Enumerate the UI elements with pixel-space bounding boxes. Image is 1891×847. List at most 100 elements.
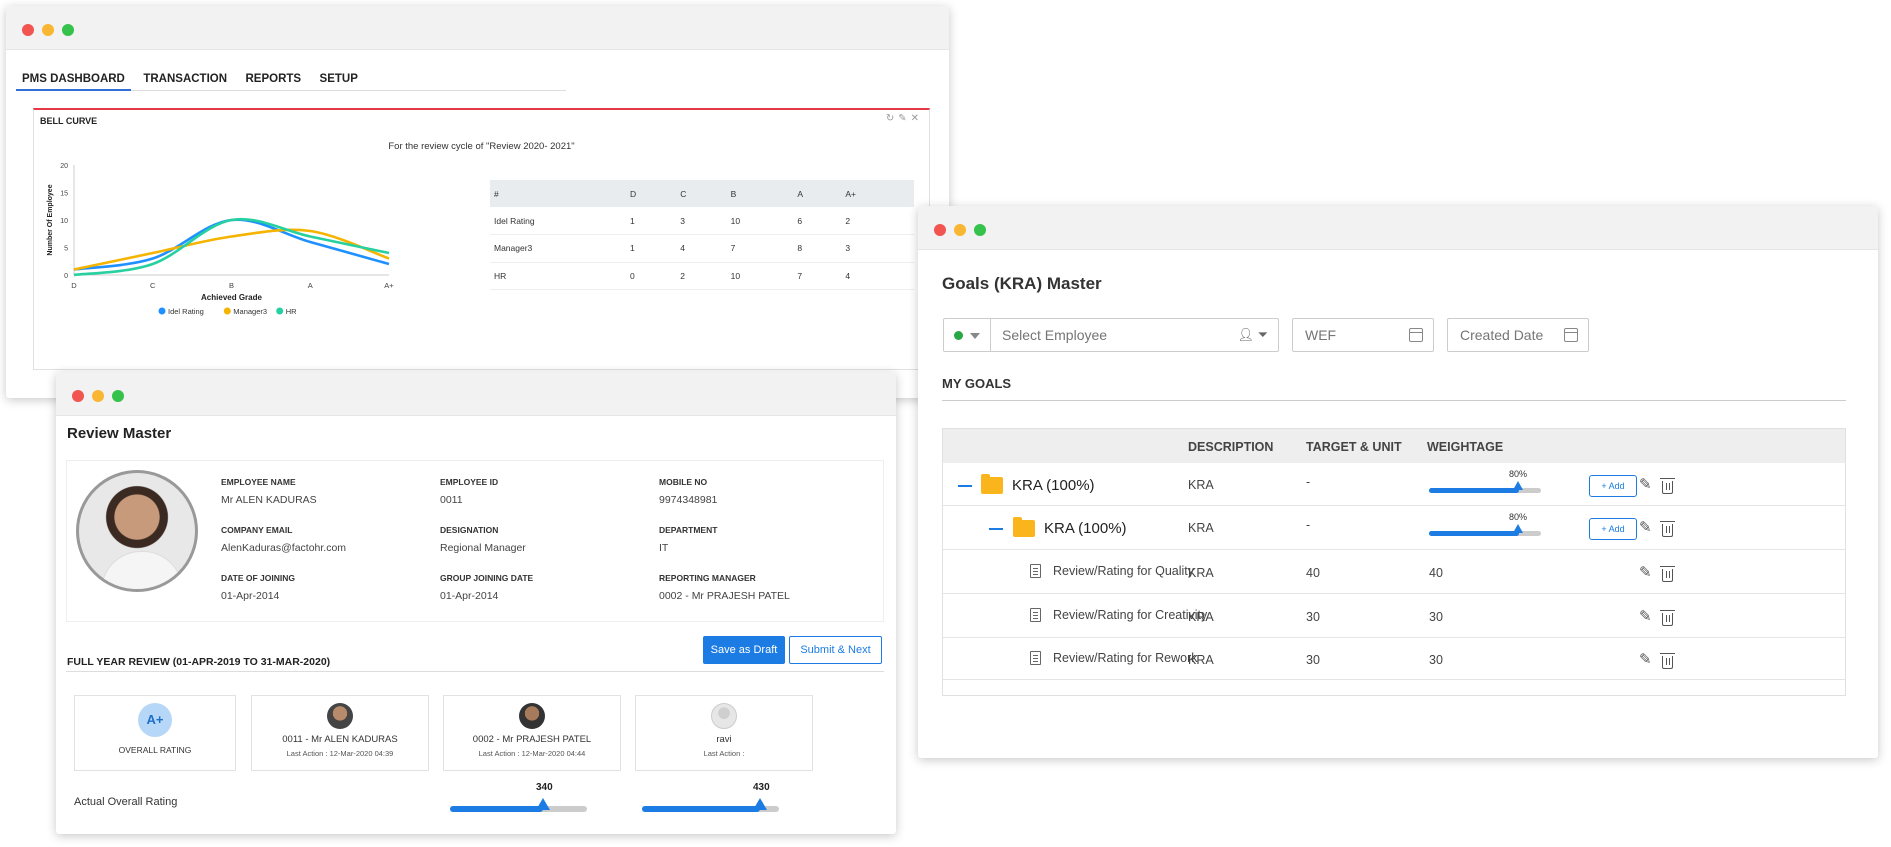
delete-icon[interactable] — [1660, 610, 1675, 626]
add-button[interactable]: + Add — [1589, 518, 1637, 540]
table-row: Manager3 1 4 7 8 3 — [490, 234, 914, 263]
edit-icon[interactable]: ✎ — [1639, 475, 1652, 493]
minimize-window-button[interactable] — [42, 24, 54, 36]
calendar-icon[interactable] — [1564, 328, 1578, 342]
goal-weightage: 40 — [1429, 566, 1443, 580]
field-value: 01-Apr-2014 — [221, 590, 280, 602]
x-tick-label: A — [308, 281, 313, 290]
submit-next-button[interactable]: Submit & Next — [789, 636, 882, 664]
kra-description: KRA — [1188, 521, 1214, 535]
x-tick-label: B — [229, 281, 234, 290]
field-label: DEPARTMENT — [659, 525, 718, 535]
active-status-icon — [954, 331, 963, 340]
kra-group-row[interactable]: KRA (100%) KRA - 80% + Add ✎ — [943, 463, 1845, 506]
edit-icon[interactable]: ✎ — [1639, 607, 1652, 625]
minimize-window-button[interactable] — [92, 390, 104, 402]
minimize-window-button[interactable] — [954, 224, 966, 236]
document-icon — [1030, 564, 1041, 578]
add-button[interactable]: + Add — [1589, 475, 1637, 497]
tab-setup[interactable]: SETUP — [314, 71, 364, 89]
tab-pms-dashboard[interactable]: PMS DASHBOARD — [16, 71, 131, 91]
edit-icon[interactable]: ✎ — [1639, 650, 1652, 668]
slider-fill — [1429, 531, 1519, 536]
employee-tools: 👤︎ ⏷ — [1237, 327, 1268, 343]
refresh-icon[interactable]: ↻ — [886, 113, 898, 124]
close-icon[interactable]: ✕ — [911, 113, 923, 124]
field-label: EMPLOYEE NAME — [221, 477, 296, 487]
wef-date-field[interactable] — [1292, 318, 1434, 352]
kra-description: KRA — [1188, 478, 1214, 492]
close-window-button[interactable] — [934, 224, 946, 236]
slider-thumb[interactable] — [536, 798, 550, 810]
slider-thumb[interactable] — [1513, 524, 1523, 533]
last-action: Last Action : — [703, 749, 745, 758]
overall-rating-label: OVERALL RATING — [118, 745, 192, 755]
rating-slider[interactable]: 430 — [642, 782, 779, 812]
review-cycle-subtitle: For the review cycle of "Review 2020- 20… — [388, 141, 575, 152]
legend-marker — [276, 307, 284, 315]
created-date-field[interactable] — [1447, 318, 1589, 352]
weightage-slider[interactable]: 80% — [1429, 469, 1541, 493]
collapse-icon[interactable] — [989, 528, 1003, 530]
reviewer-card[interactable]: 0002 - Mr PRAJESH PATEL Last Action : 12… — [443, 695, 621, 771]
field-value: Regional Manager — [440, 542, 526, 554]
created-date-input[interactable] — [1460, 327, 1570, 343]
kra-name: KRA (100%) — [1044, 520, 1127, 537]
table-cell: 4 — [676, 234, 727, 263]
reviewer-name: ravi — [716, 734, 732, 745]
tab-reports[interactable]: REPORTS — [239, 71, 307, 89]
y-axis-label: Number Of Employee — [47, 184, 54, 255]
weightage-slider[interactable]: 80% — [1429, 512, 1541, 536]
field-company-email: COMPANY EMAIL AlenKaduras@factohr.com — [221, 525, 346, 554]
save-as-draft-button[interactable]: Save as Draft — [703, 636, 785, 664]
table-cell: HR — [490, 262, 626, 290]
reviewer-card[interactable]: 0011 - Mr ALEN KADURAS Last Action : 12-… — [251, 695, 429, 771]
series-line-idel-rating — [73, 218, 390, 271]
goal-weightage: 30 — [1429, 610, 1443, 624]
delete-icon[interactable] — [1660, 521, 1675, 537]
wef-date-input[interactable] — [1305, 327, 1415, 343]
close-window-button[interactable] — [72, 390, 84, 402]
pms-dashboard-window: PMS DASHBOARD TRANSACTION REPORTS SETUP … — [6, 6, 949, 398]
delete-icon[interactable] — [1660, 478, 1675, 494]
slider-thumb[interactable] — [1513, 481, 1523, 490]
filter-icon[interactable]: ⏷ — [1258, 327, 1268, 342]
last-action: Last Action : 12-Mar-2020 04:44 — [478, 749, 586, 758]
document-icon — [1030, 608, 1041, 622]
rating-badge: A+ — [138, 703, 172, 737]
user-icon[interactable]: 👤︎ — [1237, 327, 1254, 342]
calendar-icon[interactable] — [1409, 328, 1423, 342]
employee-selector[interactable]: 👤︎ ⏷ — [943, 318, 1279, 352]
delete-icon[interactable] — [1660, 566, 1675, 582]
employee-search-input[interactable] — [1002, 327, 1222, 343]
field-value: 0011 — [440, 494, 463, 506]
slider-fill — [450, 806, 544, 812]
rating-slider[interactable]: 340 — [450, 782, 587, 812]
table-cell: 7 — [726, 234, 794, 263]
delete-icon[interactable] — [1660, 653, 1675, 669]
panel-title: BELL CURVE — [40, 116, 98, 126]
goal-description: KRA — [1188, 566, 1214, 580]
divider — [66, 671, 884, 672]
maximize-window-button[interactable] — [62, 24, 74, 36]
goal-description: KRA — [1188, 653, 1214, 667]
goal-row[interactable]: Review/Rating for Rework KRA 30 30 ✎ — [943, 638, 1845, 680]
maximize-window-button[interactable] — [112, 390, 124, 402]
edit-icon[interactable]: ✎ — [1639, 518, 1652, 536]
kra-target: - — [1306, 518, 1311, 532]
reviewer-card[interactable]: ravi Last Action : — [635, 695, 813, 771]
maximize-window-button[interactable] — [974, 224, 986, 236]
slider-fill — [642, 806, 760, 812]
status-dropdown[interactable] — [944, 319, 991, 351]
review-period-title: FULL YEAR REVIEW (01-APR-2019 TO 31-MAR-… — [67, 656, 331, 668]
edit-icon[interactable]: ✎ — [898, 113, 910, 124]
kra-subgroup-row[interactable]: KRA (100%) KRA - 80% + Add ✎ — [943, 506, 1845, 550]
goal-row[interactable]: Review/Rating for Quality KRA 40 40 ✎ — [943, 550, 1845, 594]
close-window-button[interactable] — [22, 24, 34, 36]
goal-row[interactable]: Review/Rating for Creativity KRA 30 30 ✎ — [943, 594, 1845, 638]
collapse-icon[interactable] — [958, 485, 972, 487]
edit-icon[interactable]: ✎ — [1639, 563, 1652, 581]
slider-thumb[interactable] — [753, 798, 767, 810]
tab-transaction[interactable]: TRANSACTION — [137, 71, 233, 89]
table-cell: 6 — [793, 207, 842, 235]
